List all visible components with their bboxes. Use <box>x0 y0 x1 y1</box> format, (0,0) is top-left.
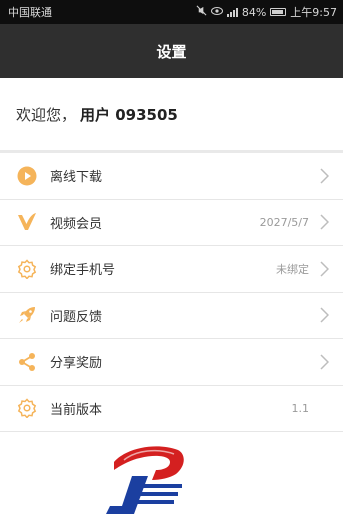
app-header: 设置 <box>0 24 343 78</box>
welcome-username: 用户 093505 <box>80 105 178 124</box>
menu-item-label: 绑定手机号 <box>50 263 116 279</box>
welcome-greeting: 欢迎您， <box>16 105 77 124</box>
vip-v-icon <box>16 211 38 233</box>
mute-icon <box>196 5 207 19</box>
status-bar: 中国联通 84% 上午9:57 <box>0 0 343 24</box>
welcome-section: 欢迎您， 用户 093505 <box>0 78 343 150</box>
status-icons: 84% 上午9:57 <box>196 4 337 20</box>
gear-icon <box>16 397 38 419</box>
page-title: 设置 <box>156 42 187 61</box>
carrier-label: 中国联通 <box>8 6 52 19</box>
menu-item-label: 离线下载 <box>50 170 103 186</box>
chevron-right-icon <box>315 168 333 184</box>
menu-item-label: 视频会员 <box>50 216 103 232</box>
chevron-right-icon <box>315 261 333 277</box>
share-icon <box>16 351 38 373</box>
menu-item-value: 未绑定 <box>276 262 309 276</box>
menu-item-current-version: 当前版本 1.1 <box>0 385 343 432</box>
menu-item-video-vip[interactable]: 视频会员 2027/5/7 <box>0 199 343 246</box>
eye-icon <box>210 6 223 19</box>
chevron-right-icon <box>315 354 333 370</box>
battery-percent: 84% <box>241 5 267 19</box>
menu-item-feedback[interactable]: 问题反馈 <box>0 292 343 339</box>
rocket-icon <box>16 304 38 326</box>
battery-icon <box>270 8 287 16</box>
gear-icon <box>16 258 38 280</box>
menu-item-offline-download[interactable]: 离线下载 <box>0 153 343 200</box>
menu-item-bind-phone[interactable]: 绑定手机号 未绑定 <box>0 246 343 293</box>
play-circle-icon <box>16 165 38 187</box>
menu-item-label: 当前版本 <box>50 402 103 418</box>
clock: 上午9:57 <box>290 6 337 19</box>
chevron-right-icon <box>315 214 333 230</box>
version-value: 1.1 <box>291 401 310 415</box>
menu-item-label: 分享奖励 <box>50 356 103 372</box>
settings-menu: 离线下载 视频会员 2027/5/7 绑定手机号 未绑定 问题反馈 分享奖励 当… <box>0 153 343 432</box>
menu-item-share-reward[interactable]: 分享奖励 <box>0 339 343 386</box>
signal-icon <box>226 7 238 17</box>
chevron-right-icon <box>315 307 333 323</box>
menu-item-label: 问题反馈 <box>50 309 103 325</box>
menu-item-value: 2027/5/7 <box>259 215 309 229</box>
brand-logo <box>96 440 188 520</box>
